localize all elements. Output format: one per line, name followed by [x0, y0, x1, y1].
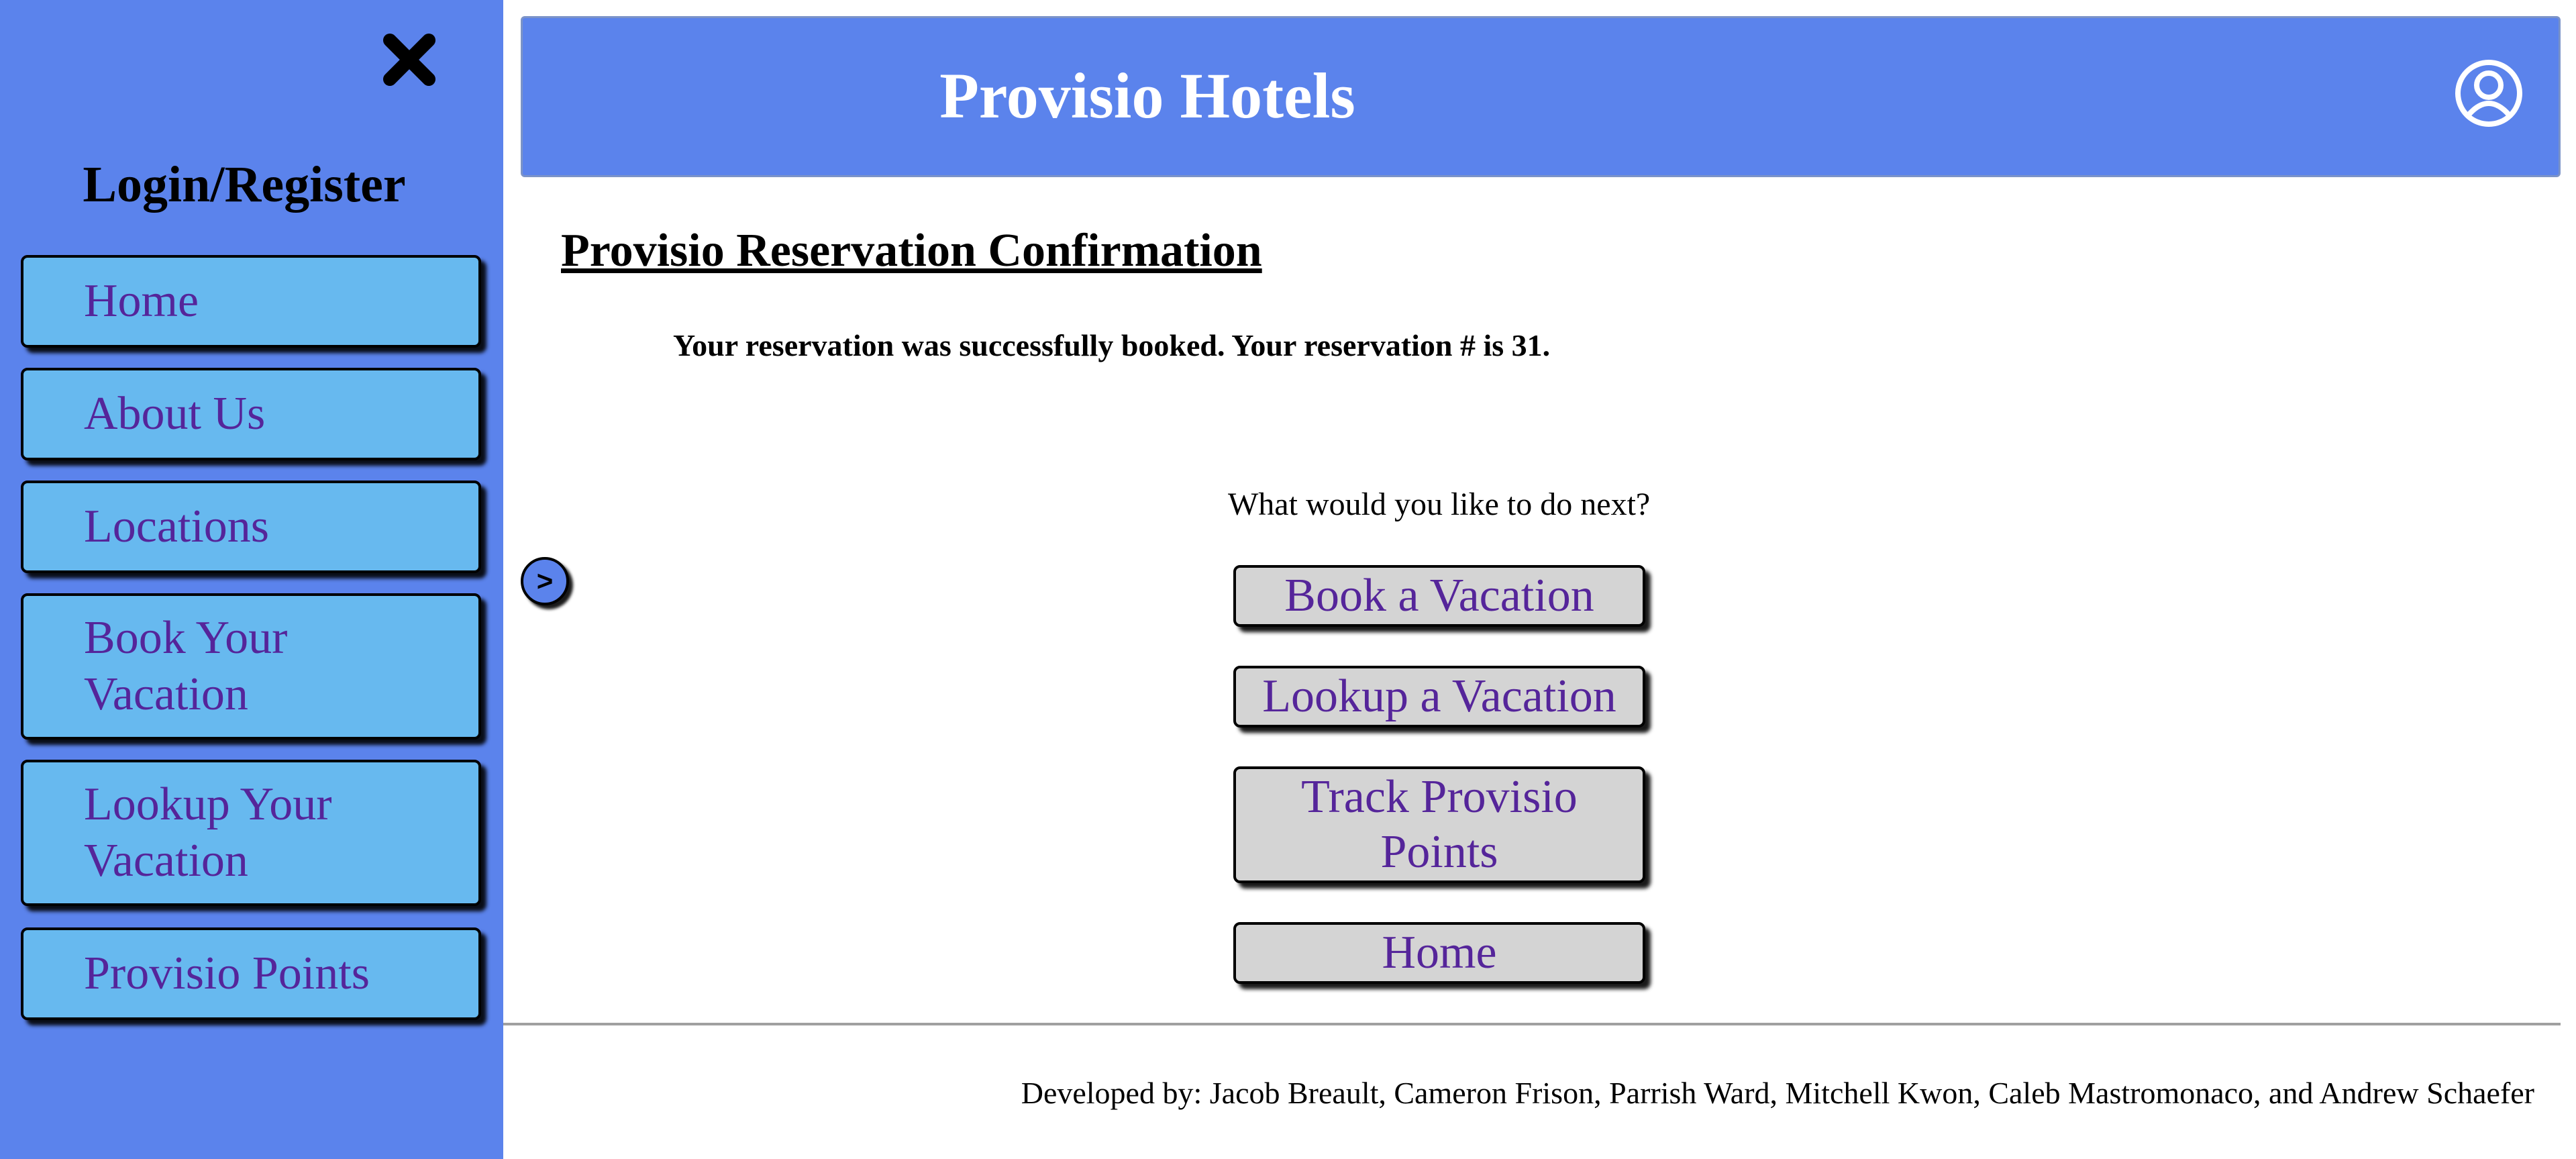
home-button[interactable]: Home	[1233, 922, 1645, 984]
sidebar-item-label: Home	[84, 275, 199, 327]
confirmation-message: Your reservation was successfully booked…	[673, 328, 1551, 362]
sidebar-item-label: About Us	[84, 388, 266, 440]
close-icon[interactable]	[380, 32, 438, 87]
footer-credits: Developed by: Jacob Breault, Cameron Fri…	[1021, 1076, 2534, 1110]
sidebar-item-label: Book Your Vacation	[84, 612, 288, 720]
sidebar-item-provisio-points[interactable]: Provisio Points	[21, 927, 481, 1020]
sidebar-item-label: Locations	[84, 501, 270, 552]
expand-sidebar-button[interactable]: >	[521, 557, 569, 605]
user-account-icon[interactable]	[2454, 58, 2524, 128]
next-action-prompt: What would you like to do next?	[1228, 487, 1651, 522]
footer-divider	[503, 1023, 2561, 1025]
site-header: Provisio Hotels	[521, 16, 2561, 177]
sidebar-item-label: Provisio Points	[84, 948, 370, 999]
sidebar-item-home[interactable]: Home	[21, 255, 481, 348]
sidebar-item-label: Lookup Your Vacation	[84, 778, 332, 887]
book-vacation-button[interactable]: Book a Vacation	[1233, 565, 1645, 627]
sidebar-item-locations[interactable]: Locations	[21, 481, 481, 573]
sidebar: Login/Register Home About Us Locations B…	[0, 0, 503, 1159]
track-points-button[interactable]: Track Provisio Points	[1233, 766, 1645, 883]
lookup-vacation-button[interactable]: Lookup a Vacation	[1233, 666, 1645, 727]
sidebar-item-book-your-vacation[interactable]: Book Your Vacation	[21, 593, 481, 740]
page-title: Provisio Reservation Confirmation	[561, 225, 1262, 276]
login-register-link[interactable]: Login/Register	[0, 156, 488, 214]
sidebar-item-about-us[interactable]: About Us	[21, 368, 481, 460]
site-title: Provisio Hotels	[939, 60, 1355, 132]
sidebar-item-lookup-your-vacation[interactable]: Lookup Your Vacation	[21, 760, 481, 906]
